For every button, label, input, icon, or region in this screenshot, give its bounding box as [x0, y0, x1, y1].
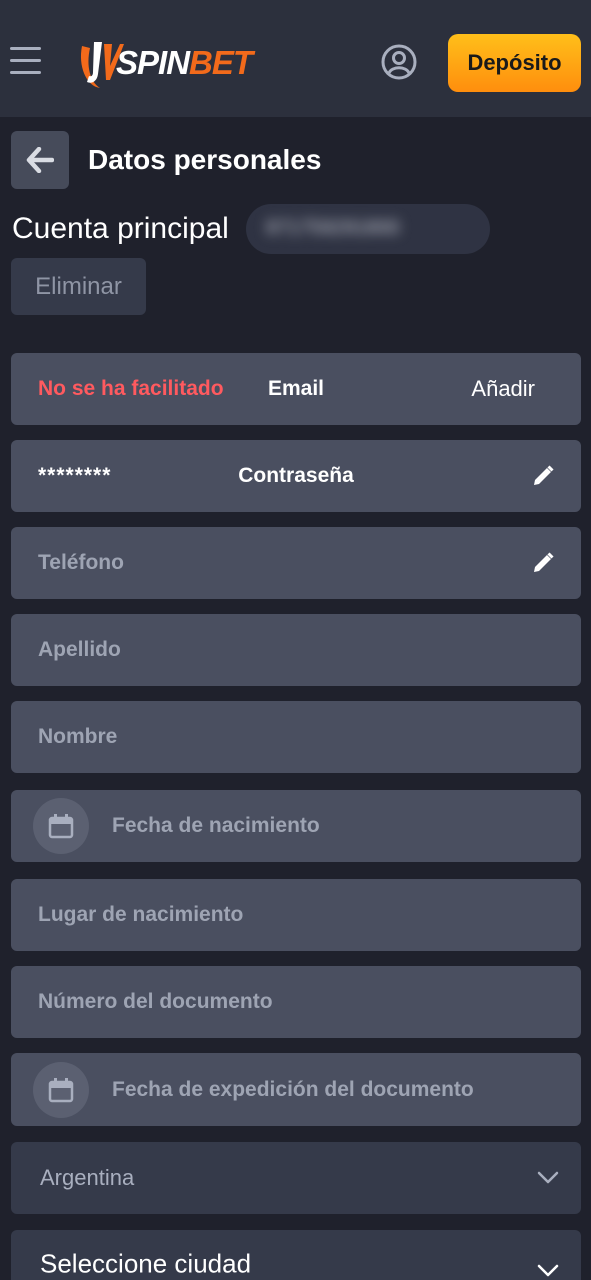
- logo-text-bet: BET: [189, 44, 253, 81]
- calendar-icon: [48, 814, 74, 839]
- birth-place-field[interactable]: Lugar de nacimiento: [11, 879, 581, 951]
- document-date-placeholder: Fecha de expedición del documento: [112, 1077, 474, 1101]
- chevron-down-icon: [537, 1264, 559, 1277]
- delete-account-button[interactable]: Eliminar: [11, 258, 146, 315]
- top-bar: SPINBET Depósito: [0, 0, 591, 117]
- pencil-icon[interactable]: [531, 551, 555, 575]
- email-add-link[interactable]: Añadir: [471, 376, 535, 402]
- city-select[interactable]: Seleccione ciudad: [11, 1230, 581, 1280]
- document-number-field[interactable]: Número del documento: [11, 966, 581, 1038]
- brand-logo[interactable]: SPINBET: [76, 36, 253, 92]
- chevron-down-icon: [537, 1171, 559, 1184]
- account-id-value: 871759291800: [266, 217, 400, 239]
- birth-date-placeholder: Fecha de nacimiento: [112, 814, 320, 837]
- logo-text-spin: SPIN: [116, 44, 190, 81]
- calendar-button[interactable]: [33, 798, 89, 854]
- account-id-badge: 871759291800: [246, 204, 490, 254]
- user-circle-icon[interactable]: [380, 43, 418, 81]
- surname-field[interactable]: Apellido: [11, 614, 581, 686]
- hamburger-menu-icon[interactable]: [10, 47, 42, 77]
- phone-field[interactable]: Teléfono: [11, 527, 581, 599]
- birth-place-placeholder: Lugar de nacimiento: [38, 903, 244, 926]
- name-placeholder: Nombre: [38, 725, 118, 748]
- calendar-icon: [48, 1077, 74, 1102]
- birth-date-field[interactable]: Fecha de nacimiento: [11, 790, 581, 862]
- page-title: Datos personales: [88, 144, 322, 175]
- back-button[interactable]: [11, 131, 69, 189]
- country-value: Argentina: [40, 1165, 135, 1190]
- arrow-left-icon: [26, 147, 54, 173]
- email-row[interactable]: No se ha facilitado Email Añadir: [11, 353, 581, 425]
- deposit-button[interactable]: Depósito: [448, 34, 581, 92]
- phone-placeholder: Teléfono: [38, 551, 124, 574]
- country-select[interactable]: Argentina: [11, 1142, 581, 1214]
- city-value: Seleccione ciudad: [40, 1248, 252, 1279]
- document-number-placeholder: Número del documento: [38, 990, 273, 1013]
- calendar-button[interactable]: [33, 1061, 89, 1118]
- account-label: Cuenta principal: [12, 212, 229, 245]
- surname-placeholder: Apellido: [38, 638, 121, 661]
- pencil-icon[interactable]: [531, 464, 555, 488]
- document-date-field[interactable]: Fecha de expedición del documento: [11, 1053, 581, 1126]
- password-row[interactable]: ******** Contraseña: [11, 440, 581, 512]
- name-field[interactable]: Nombre: [11, 701, 581, 773]
- password-label: Contraseña: [238, 464, 354, 487]
